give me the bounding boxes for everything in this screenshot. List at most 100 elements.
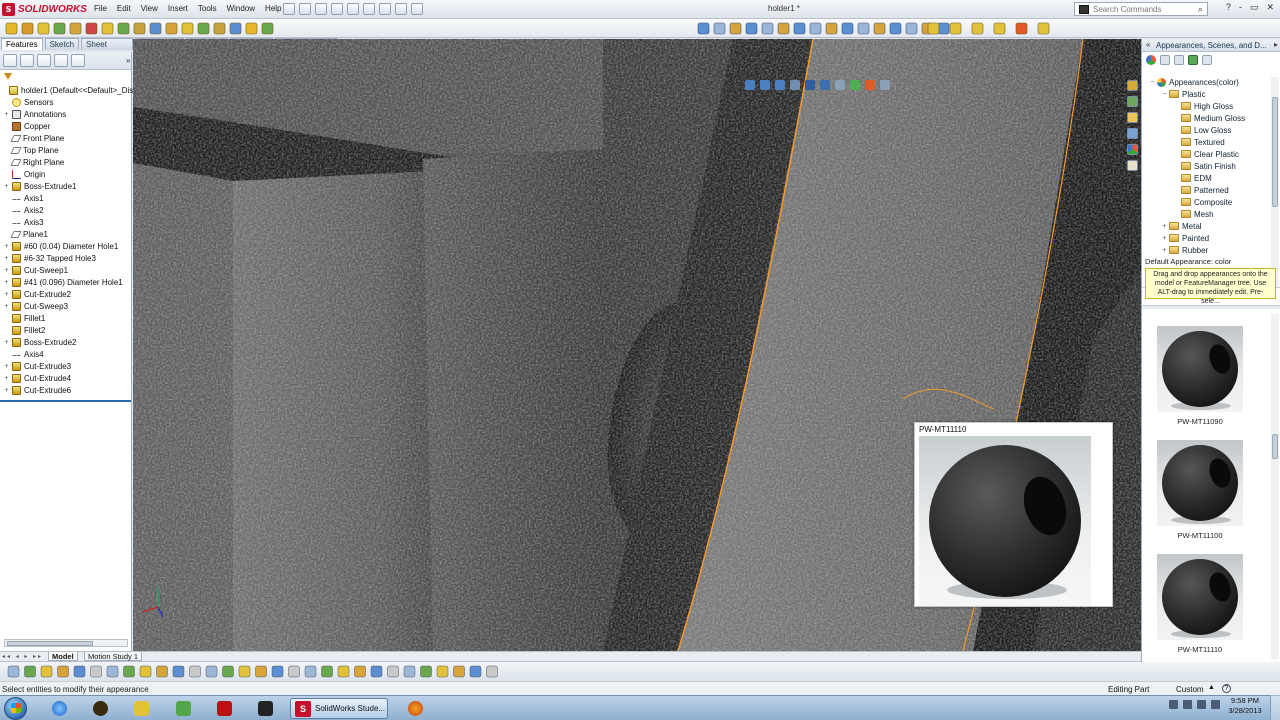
reference-geometry-icon[interactable] [245, 22, 258, 35]
units-selector[interactable]: Custom [1176, 685, 1204, 694]
appearance-tree-item[interactable]: − Plastic [1160, 88, 1205, 100]
feature-tree-item[interactable]: Origin [3, 168, 45, 180]
tray-volume-icon[interactable] [1211, 700, 1220, 709]
restore-button[interactable]: ▭ [1250, 2, 1259, 13]
feature-tree-item[interactable]: + Boss-Extrude2 [3, 336, 76, 348]
back-icon[interactable] [1160, 55, 1170, 65]
tray-arrow-icon[interactable] [1169, 700, 1178, 709]
selection-filter-icon[interactable] [387, 665, 399, 678]
add-folder-icon[interactable] [1202, 55, 1212, 65]
expander-icon[interactable]: + [3, 279, 10, 286]
internet-explorer-icon[interactable] [44, 698, 74, 719]
search-commands-field[interactable]: Search Commands ⌕ [1074, 2, 1208, 16]
linear-pattern-icon[interactable] [181, 22, 194, 35]
minimize-button[interactable]: - [1239, 2, 1242, 13]
feature-tree-item[interactable]: + Cut-Extrude3 [3, 360, 71, 372]
previous-view-icon[interactable] [841, 22, 854, 35]
undo-icon[interactable] [347, 3, 359, 15]
zoom-to-fit-icon[interactable] [745, 80, 755, 90]
pan-icon[interactable] [873, 22, 886, 35]
apply-scene-icon[interactable] [865, 80, 875, 90]
app-v-icon[interactable] [126, 698, 156, 719]
display-style-icon[interactable] [729, 22, 742, 35]
collapse-arrows-icon[interactable]: « [1146, 40, 1150, 49]
select-icon[interactable] [363, 3, 375, 15]
options-icon[interactable] [411, 3, 423, 15]
view-palette-tab-icon[interactable] [1126, 128, 1138, 139]
selection-filter-icon[interactable] [403, 665, 416, 678]
appearance-tree-item[interactable]: Medium Gloss [1172, 112, 1245, 124]
selection-filter-icon[interactable] [288, 665, 300, 678]
draft-icon[interactable] [213, 22, 226, 35]
feature-tree-item[interactable]: Axis4 [3, 348, 44, 360]
rib-icon[interactable] [197, 22, 210, 35]
feature-tree-item[interactable]: + #41 (0.096) Diameter Hole1 [3, 276, 123, 288]
sketch-icon[interactable] [949, 22, 962, 35]
selection-filter-icon[interactable] [139, 665, 152, 678]
appearances-palette-icon[interactable] [1146, 55, 1156, 65]
acrobat-icon[interactable] [209, 698, 239, 719]
close-button[interactable]: ✕ [1266, 2, 1274, 13]
save-icon[interactable] [315, 3, 327, 15]
selection-filter-icon[interactable] [222, 665, 234, 678]
boundary-boss-icon[interactable] [69, 22, 82, 35]
selection-filter-icon[interactable] [370, 665, 383, 678]
appearance-swatch[interactable]: PW-MT11110 [1157, 554, 1243, 654]
menu-view[interactable]: View [141, 4, 158, 13]
menu-file[interactable]: File [94, 4, 107, 13]
apply-scene-icon[interactable] [777, 22, 790, 35]
appearance-tree-item[interactable]: Composite [1172, 196, 1232, 208]
curves-icon[interactable] [261, 22, 274, 35]
feature-tree-item[interactable]: + Cut-Sweep3 [3, 300, 68, 312]
selection-filter-icon[interactable] [255, 665, 267, 678]
selection-filter-icon[interactable] [453, 665, 465, 678]
previous-view-icon[interactable] [775, 80, 785, 90]
selection-filter-icon[interactable] [189, 665, 201, 678]
rebuild-icon[interactable] [379, 3, 391, 15]
view-settings-icon[interactable] [880, 80, 890, 90]
extruded-cut-icon[interactable] [85, 22, 98, 35]
feature-tree-hscrollbar[interactable] [4, 639, 128, 647]
fillet-icon[interactable] [165, 22, 178, 35]
app-d-icon[interactable] [85, 698, 115, 719]
options-tool-icon[interactable] [1037, 22, 1050, 35]
refresh-icon[interactable] [1188, 55, 1198, 65]
selection-filter-icon[interactable] [271, 665, 284, 678]
rotate-view-icon[interactable] [857, 22, 870, 35]
expander-icon[interactable]: + [3, 339, 10, 346]
feature-tree-item[interactable]: Axis2 [3, 204, 44, 216]
tab-sketch[interactable]: Sketch [44, 38, 80, 50]
expander-icon[interactable]: + [3, 303, 10, 310]
appearance-tree-item[interactable]: Patterned [1172, 184, 1229, 196]
swatch-list-scrollbar[interactable] [1271, 314, 1279, 659]
selection-filter-icon[interactable] [90, 665, 102, 678]
revolved-boss-icon[interactable] [21, 22, 34, 35]
feature-tree-item[interactable]: Axis3 [3, 216, 44, 228]
taskbar-solidworks-button[interactable]: S SolidWorks Stude... [290, 698, 388, 719]
feature-tree-item[interactable]: + Annotations [3, 108, 66, 120]
selection-filter-icon[interactable] [106, 665, 119, 678]
start-button[interactable] [4, 697, 27, 720]
isometric-icon[interactable] [905, 22, 918, 35]
select-tool-icon[interactable] [971, 22, 984, 35]
normal-to-icon[interactable] [889, 22, 902, 35]
print-icon[interactable] [331, 3, 343, 15]
selection-filter-icon[interactable] [354, 665, 366, 678]
menu-tools[interactable]: Tools [198, 4, 217, 13]
appearances-tool-icon[interactable] [1015, 22, 1028, 35]
appearance-tree-item[interactable]: Low Gloss [1172, 124, 1231, 136]
tray-network-icon[interactable] [1197, 700, 1206, 709]
pin-icon[interactable]: ▸ [1274, 40, 1278, 49]
selection-filter-icon[interactable] [304, 665, 317, 678]
expander-icon[interactable]: + [1160, 223, 1169, 230]
filter-icon[interactable] [4, 72, 131, 81]
mass-properties-icon[interactable] [937, 22, 950, 35]
appearance-tree-item[interactable]: Textured [1172, 136, 1225, 148]
display-manager-tab-icon[interactable] [71, 54, 85, 67]
rebuild-tool-icon[interactable] [993, 22, 1006, 35]
feature-tree-item[interactable]: Axis1 [3, 192, 44, 204]
feature-manager-tab-icon[interactable] [3, 54, 17, 67]
section-view-icon[interactable] [697, 22, 710, 35]
open-icon[interactable] [299, 3, 311, 15]
expander-icon[interactable]: + [3, 243, 10, 250]
